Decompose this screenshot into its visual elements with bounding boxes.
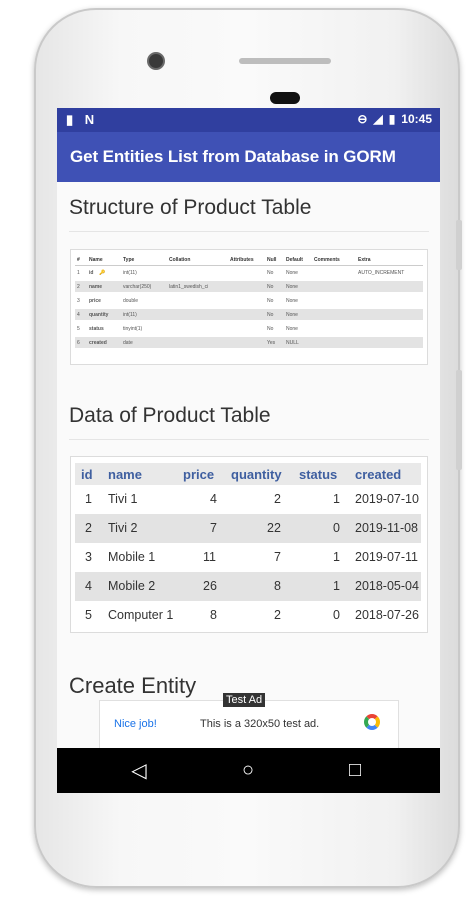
table-row: 2 Tivi 2 7 22 0 2019-11-08 bbox=[75, 514, 421, 543]
table-row: 3 Mobile 1 11 7 1 2019-07-11 bbox=[75, 543, 421, 572]
do-not-disturb-icon: ⊖ bbox=[357, 112, 368, 126]
data-header-row: id name price quantity status created bbox=[75, 463, 421, 485]
divider bbox=[69, 231, 429, 232]
test-ad-banner[interactable]: Test Ad Nice job! This is a 320x50 test … bbox=[99, 693, 399, 750]
structure-row: 1 id 🔑 int(11) No None AUTO_INCREMENT bbox=[77, 270, 405, 276]
volume-button bbox=[456, 220, 462, 270]
recents-icon[interactable]: □ bbox=[325, 748, 385, 793]
speaker-grille bbox=[239, 58, 331, 64]
ad-body-text: This is a 320x50 test ad. bbox=[200, 718, 320, 730]
key-icon: 🔑 bbox=[99, 270, 106, 276]
content-scroll[interactable]: Structure of Product Table # Name Type C… bbox=[57, 182, 440, 698]
device-screen: ▮ N ⊖ ◢ ▮ 10:45 Get Entities List from D… bbox=[57, 108, 440, 793]
app-bar: Get Entities List from Database in GORM bbox=[57, 132, 440, 182]
table-row: 5 Computer 1 8 2 0 2018-07-26 bbox=[75, 601, 421, 630]
structure-row: 6 created date Yes NULL bbox=[75, 337, 423, 348]
navigation-bar: ◁ ○ □ bbox=[57, 748, 440, 793]
notification-n-icon: N bbox=[84, 112, 95, 127]
home-icon[interactable]: ○ bbox=[218, 748, 278, 793]
status-bar: ▮ N ⊖ ◢ ▮ 10:45 bbox=[57, 108, 440, 132]
structure-table: # Name Type Collation Attributes Null De… bbox=[70, 249, 428, 365]
structure-title: Structure of Product Table bbox=[69, 196, 312, 219]
signal-icon: ◢ bbox=[373, 112, 383, 126]
structure-row: 3 price double No None bbox=[77, 298, 298, 304]
data-title: Data of Product Table bbox=[69, 404, 271, 427]
test-ad-label: Test Ad bbox=[223, 693, 266, 707]
app-title: Get Entities List from Database in GORM bbox=[70, 147, 396, 166]
table-row: 1 Tivi 1 4 2 1 2019-07-10 bbox=[75, 485, 421, 514]
admob-logo-icon bbox=[364, 714, 380, 730]
ad-nice-job[interactable]: Nice job! bbox=[114, 718, 157, 730]
structure-row: 4 quantity int(11) No None bbox=[75, 309, 423, 320]
front-camera bbox=[147, 52, 165, 70]
table-row: 4 Mobile 2 26 8 1 2018-05-04 bbox=[75, 572, 421, 601]
back-icon[interactable]: ◁ bbox=[109, 748, 169, 793]
battery-icon: ▮ bbox=[388, 112, 396, 126]
structure-row: 2 name varchar(250) latin1_swedish_ci No… bbox=[75, 281, 423, 292]
create-entity-title: Create Entity bbox=[69, 673, 197, 698]
divider bbox=[69, 439, 429, 440]
status-time: 10:45 bbox=[401, 112, 432, 126]
structure-header-row: # Name Type Collation Attributes Null De… bbox=[75, 254, 423, 266]
sd-card-icon: ▮ bbox=[66, 112, 74, 127]
earpiece bbox=[270, 92, 300, 104]
power-button bbox=[456, 370, 462, 470]
structure-row: 5 status tinyint(1) No None bbox=[77, 326, 298, 332]
data-table: id name price quantity status created 1 … bbox=[70, 456, 428, 633]
